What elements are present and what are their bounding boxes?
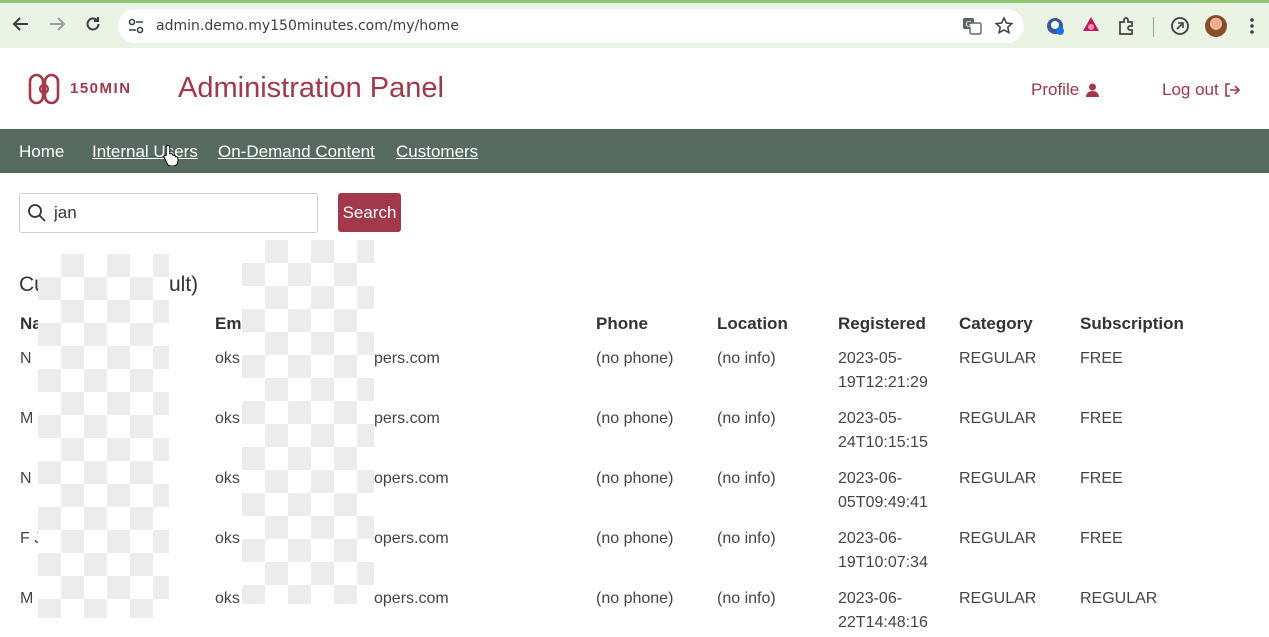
url-text[interactable]: admin.demo.my150minutes.com/my/home: [156, 18, 459, 34]
extension-icon[interactable]: [1168, 14, 1192, 38]
logout-icon: [1224, 83, 1240, 97]
cell-email-end: opers.com: [374, 470, 449, 487]
extension-icon[interactable]: [1079, 14, 1103, 38]
cell-email-end: opers.com: [374, 590, 449, 607]
cell-name: N: [20, 470, 32, 487]
cell-category: REGULAR: [959, 470, 1037, 487]
main-nav: Home Internal Users On-Demand Content Cu…: [0, 129, 1269, 173]
column-header-phone: Phone: [596, 314, 648, 333]
puzzle-icon[interactable]: [1115, 14, 1139, 38]
cell-email-start: oks: [215, 530, 240, 547]
cell-email-end: pers.com: [374, 350, 440, 367]
nav-customers[interactable]: Customers: [396, 142, 478, 162]
nav-internal-users[interactable]: Internal Users: [92, 142, 198, 162]
cell-registered-date: 2023-06-: [838, 590, 903, 607]
cell-email-start: oks: [215, 470, 240, 487]
forward-icon[interactable]: [44, 11, 70, 37]
star-icon[interactable]: [994, 16, 1014, 36]
site-header: 150MIN Administration Panel Profile Log …: [0, 48, 1269, 129]
cell-email-start: oks: [215, 350, 240, 367]
cell-email-end: opers.com: [374, 530, 449, 547]
cell-registered-time: 05T09:49:41: [838, 494, 928, 511]
browser-toolbar: admin.demo.my150minutes.com/my/home G: [0, 0, 1269, 48]
logout-label[interactable]: Log out: [1162, 80, 1219, 100]
search-field[interactable]: [19, 193, 318, 233]
cell-registered-time: 24T10:15:15: [838, 434, 928, 451]
user-icon: [1086, 83, 1100, 97]
cell-category: REGULAR: [959, 350, 1037, 367]
back-icon[interactable]: [8, 11, 34, 37]
mouse-cursor-icon: [163, 144, 179, 167]
column-header-location: Location: [717, 314, 788, 333]
cell-registered-date: 2023-06-: [838, 470, 903, 487]
column-header-subscription: Subscription: [1080, 314, 1184, 333]
cell-category: REGULAR: [959, 410, 1037, 427]
cell-email-end: pers.com: [374, 410, 440, 427]
nav-on-demand-content[interactable]: On-Demand Content: [218, 142, 375, 162]
cell-registered-time: 19T10:07:34: [838, 554, 928, 571]
cell-phone: (no phone): [596, 410, 674, 427]
extension-icon[interactable]: [1043, 14, 1067, 38]
cell-category: REGULAR: [959, 530, 1037, 547]
kebab-menu-icon[interactable]: [1240, 14, 1264, 38]
cell-registered-time: 22T14:48:16: [838, 614, 928, 631]
cell-registered-date: 2023-05-: [838, 350, 903, 367]
logout-link[interactable]: Log out: [1162, 80, 1241, 100]
reload-icon[interactable]: [80, 11, 106, 37]
results-heading-end: ult): [169, 273, 199, 296]
search-button[interactable]: Search: [338, 193, 401, 232]
cell-location: (no info): [717, 470, 776, 487]
logo-text[interactable]: 150MIN: [70, 80, 132, 97]
profile-link[interactable]: Profile: [1031, 80, 1100, 100]
cell-name: M: [20, 590, 34, 607]
cell-location: (no info): [717, 410, 776, 427]
cell-location: (no info): [717, 530, 776, 547]
redaction-block: [242, 240, 374, 604]
cell-registered-date: 2023-06-: [838, 530, 903, 547]
search-icon: [27, 203, 47, 223]
cell-email-start: oks: [215, 410, 240, 427]
cell-name: M: [20, 410, 34, 427]
cell-location: (no info): [717, 350, 776, 367]
svg-text:G: G: [966, 20, 972, 29]
page-title: Administration Panel: [178, 72, 444, 104]
cell-registered-time: 19T12:21:29: [838, 374, 928, 391]
cell-subscription: FREE: [1080, 410, 1123, 427]
avatar[interactable]: [1205, 15, 1227, 37]
logo-icon[interactable]: [28, 72, 60, 106]
cell-subscription: FREE: [1080, 530, 1123, 547]
site-settings-icon[interactable]: [126, 16, 146, 36]
cell-subscription: REGULAR: [1080, 590, 1158, 607]
cell-registered-date: 2023-05-: [838, 410, 903, 427]
cell-phone: (no phone): [596, 350, 674, 367]
nav-home[interactable]: Home: [19, 142, 64, 162]
column-header-registered: Registered: [838, 314, 926, 333]
cell-location: (no info): [717, 590, 776, 607]
toolbar-divider: [1153, 17, 1154, 37]
cell-subscription: FREE: [1080, 470, 1123, 487]
cell-name: N: [20, 350, 32, 367]
cell-category: REGULAR: [959, 590, 1037, 607]
cell-phone: (no phone): [596, 530, 674, 547]
redaction-block: [38, 254, 169, 618]
cell-subscription: FREE: [1080, 350, 1123, 367]
cell-phone: (no phone): [596, 590, 674, 607]
address-bar[interactable]: admin.demo.my150minutes.com/my/home G: [118, 9, 1024, 43]
cell-phone: (no phone): [596, 470, 674, 487]
search-input[interactable]: [54, 203, 304, 223]
column-header-category: Category: [959, 314, 1033, 333]
profile-label[interactable]: Profile: [1031, 80, 1079, 100]
cell-email-start: oks: [215, 590, 240, 607]
translate-icon[interactable]: G: [962, 16, 982, 36]
